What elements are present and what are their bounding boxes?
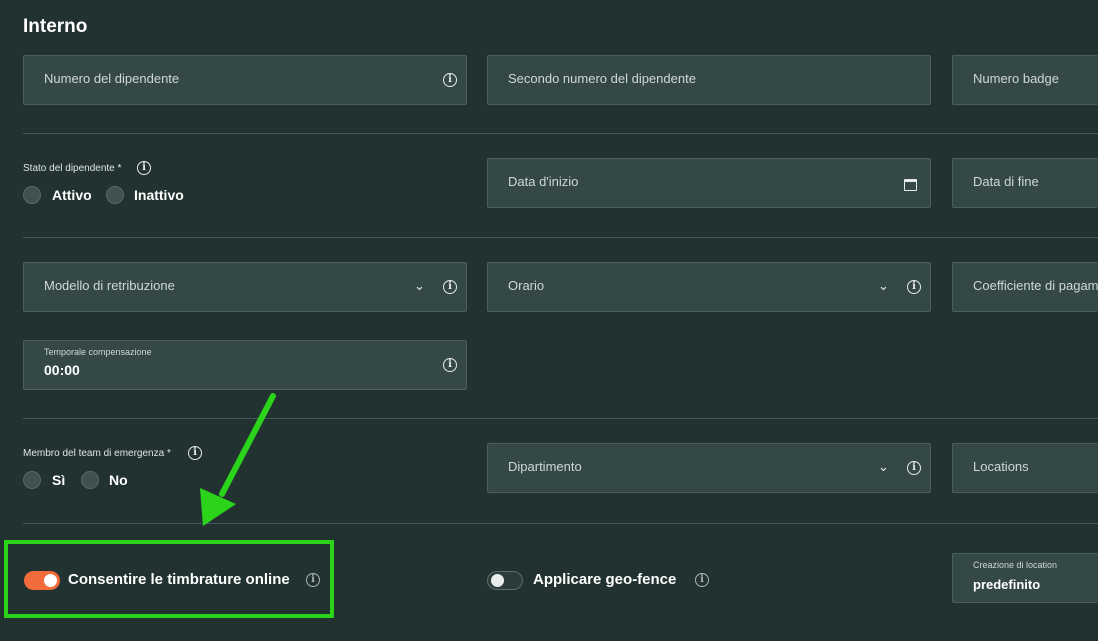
- arrow-head: [200, 488, 236, 526]
- arrow-shaft: [219, 393, 276, 497]
- arrow-annotation: [200, 393, 276, 526]
